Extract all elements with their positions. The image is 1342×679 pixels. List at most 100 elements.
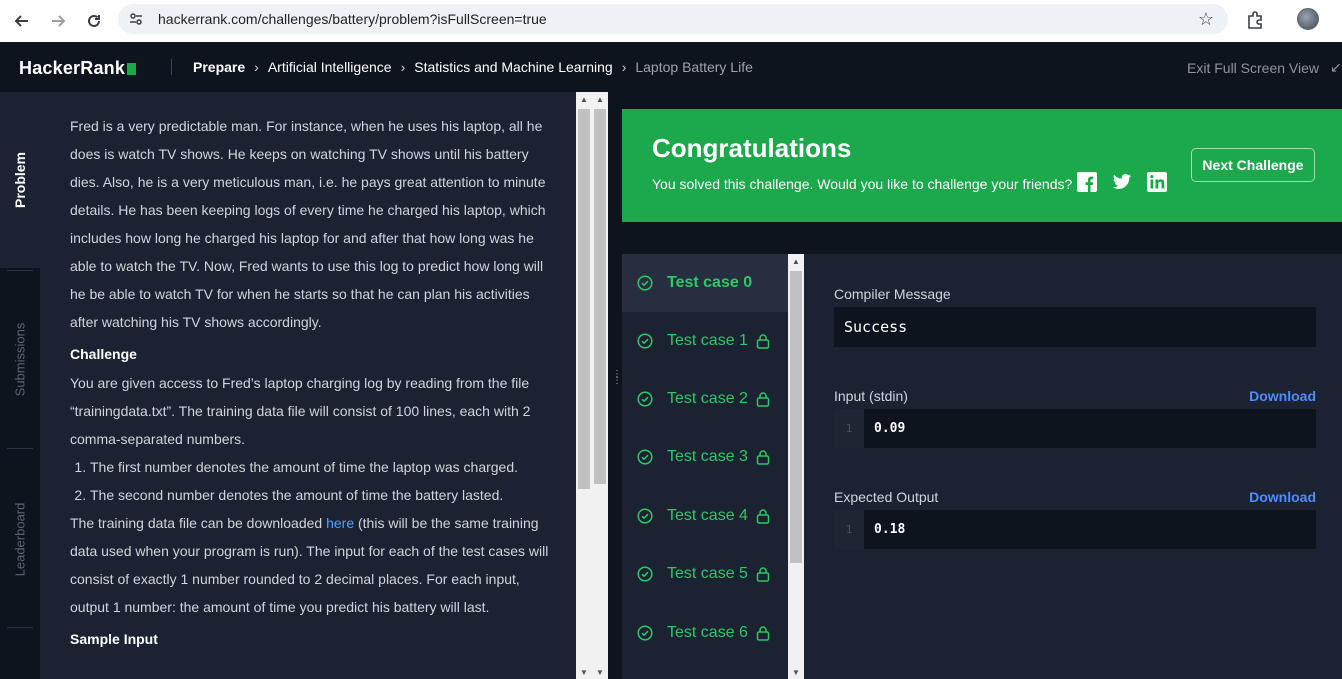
logo-text: HackerRank	[19, 58, 126, 78]
lock-icon	[756, 626, 770, 641]
results-panel: Congratulations You solved this challeng…	[622, 92, 1342, 679]
challenge-heading: Challenge	[70, 346, 137, 362]
expected-output-label: Expected Output	[834, 489, 939, 505]
exit-fullscreen-link[interactable]: Exit Full Screen View	[1187, 60, 1319, 76]
back-arrow-icon[interactable]	[10, 9, 34, 33]
expected-download-link[interactable]: Download	[1249, 489, 1316, 505]
breadcrumb: Prepare › Artificial Intelligence › Stat…	[193, 59, 753, 75]
tab-divider	[7, 448, 33, 449]
twitter-icon[interactable]	[1112, 172, 1132, 192]
lock-icon	[756, 450, 770, 465]
sample-input-heading: Sample Input	[70, 631, 158, 647]
test-case-list: Test case 0 Test case 1 Test case 2 Test…	[622, 254, 788, 679]
address-bar[interactable]: hackerrank.com/challenges/battery/proble…	[118, 4, 1228, 34]
download-paragraph: The training data file can be downloaded…	[70, 509, 550, 621]
here-link[interactable]: here	[326, 515, 354, 531]
scrollbar-thumb[interactable]	[790, 271, 802, 563]
test-case-label: Test case 3	[667, 448, 748, 465]
lock-icon	[756, 392, 770, 407]
congratulations-banner: Congratulations You solved this challeng…	[622, 109, 1342, 222]
breadcrumb-statistics-ml[interactable]: Statistics and Machine Learning	[414, 59, 612, 75]
test-case-item[interactable]: Test case 5	[622, 545, 788, 603]
app-header: HackerRank Prepare › Artificial Intellig…	[0, 42, 1342, 92]
expected-output-box: 1 0.18	[834, 510, 1316, 549]
tab-leaderboard[interactable]: Leaderboard	[0, 452, 40, 627]
congrats-title: Congratulations	[652, 133, 852, 163]
panel-resizer[interactable]: ⋮ ⋮	[608, 92, 622, 679]
logo-square-icon	[127, 63, 137, 75]
scrollbar-thumb[interactable]	[594, 109, 606, 484]
chevron-right-icon: ›	[254, 59, 259, 75]
facebook-icon[interactable]	[1077, 172, 1097, 192]
header-divider	[171, 59, 172, 75]
test-case-item[interactable]: Test case 4	[622, 487, 788, 545]
tab-problem[interactable]: Problem	[0, 92, 40, 268]
chevron-right-icon: ›	[400, 59, 406, 75]
test-case-item[interactable]: Test case 2	[622, 370, 788, 428]
tab-submissions[interactable]: Submissions	[0, 272, 40, 447]
list-item: The first number denotes the amount of t…	[90, 453, 550, 481]
problem-body: Fred is a very predictable man. For inst…	[70, 112, 550, 654]
next-challenge-button[interactable]: Next Challenge	[1191, 148, 1315, 182]
scroll-down-arrow-icon[interactable]: ▼	[596, 668, 604, 677]
reload-icon[interactable]	[82, 9, 106, 33]
check-circle-icon	[637, 566, 653, 582]
bookmark-star-icon[interactable]: ☆	[1198, 9, 1214, 30]
tab-submissions-label: Submissions	[12, 322, 28, 397]
check-circle-icon	[637, 391, 653, 407]
lock-icon	[756, 334, 770, 349]
test-case-label: Test case 2	[667, 390, 748, 407]
expected-value: 0.18	[874, 522, 906, 537]
test-case-scrollbar[interactable]: ▲ ▼	[788, 254, 804, 679]
problem-scrollbars[interactable]: ▲ ▲ ▼ ▼	[576, 92, 608, 679]
check-circle-icon	[637, 275, 653, 291]
test-case-label: Test case 4	[667, 507, 748, 524]
test-case-label: Test case 5	[667, 565, 748, 582]
download-text-before: The training data file can be downloaded	[70, 515, 327, 531]
compiler-message-label: Compiler Message	[834, 286, 951, 302]
scroll-down-arrow-icon[interactable]: ▼	[792, 668, 800, 677]
browser-toolbar: hackerrank.com/challenges/battery/proble…	[0, 0, 1342, 42]
test-case-label: Test case 0	[667, 274, 753, 291]
scroll-up-arrow-icon[interactable]: ▲	[792, 257, 800, 266]
test-case-item[interactable]: Test case 1	[622, 312, 788, 370]
lock-icon	[756, 509, 770, 524]
tab-problem-label: Problem	[12, 151, 29, 209]
profile-avatar[interactable]	[1297, 8, 1319, 30]
problem-intro: Fred is a very predictable man. For inst…	[70, 118, 546, 330]
scroll-up-arrow-icon[interactable]: ▲	[580, 95, 588, 104]
line-number: 1	[834, 409, 864, 448]
congrats-subtitle: You solved this challenge. Would you lik…	[652, 176, 1073, 192]
input-label: Input (stdin)	[834, 388, 908, 404]
site-settings-icon[interactable]	[128, 11, 144, 27]
list-item: The second number denotes the amount of …	[90, 481, 550, 509]
tab-leaderboard-label: Leaderboard	[12, 502, 28, 577]
drag-handle-icon[interactable]: ⋮ ⋮	[612, 370, 622, 386]
forward-arrow-icon[interactable]	[46, 9, 70, 33]
scroll-down-arrow-icon[interactable]: ▼	[580, 668, 588, 677]
scrollbar-thumb[interactable]	[578, 109, 590, 489]
side-tabs: Problem Submissions Leaderboard	[0, 92, 40, 679]
input-value: 0.09	[874, 421, 906, 436]
extensions-icon[interactable]	[1244, 9, 1266, 31]
hackerrank-logo[interactable]: HackerRank	[19, 58, 137, 79]
check-circle-icon	[637, 625, 653, 641]
input-box: 1 0.09	[834, 409, 1316, 448]
test-case-item[interactable]: Test case 6	[622, 604, 788, 662]
check-circle-icon	[637, 449, 653, 465]
scroll-up-arrow-icon[interactable]: ▲	[596, 95, 604, 104]
problem-statement-panel: Fred is a very predictable man. For inst…	[40, 92, 576, 679]
breadcrumb-prepare[interactable]: Prepare	[193, 59, 245, 75]
linkedin-icon[interactable]	[1147, 172, 1167, 192]
url-text: hackerrank.com/challenges/battery/proble…	[158, 11, 547, 27]
exit-fullscreen-icon[interactable]: ↙	[1330, 59, 1342, 76]
test-case-item[interactable]: Test case 0	[622, 254, 788, 312]
check-circle-icon	[637, 508, 653, 524]
test-case-label: Test case 1	[667, 332, 748, 349]
chevron-right-icon: ›	[621, 59, 627, 75]
breadcrumb-artificial-intelligence[interactable]: Artificial Intelligence	[268, 59, 392, 75]
input-download-link[interactable]: Download	[1249, 388, 1316, 404]
line-number: 1	[834, 510, 864, 549]
test-case-item[interactable]: Test case 3	[622, 428, 788, 486]
tab-divider	[7, 270, 33, 271]
